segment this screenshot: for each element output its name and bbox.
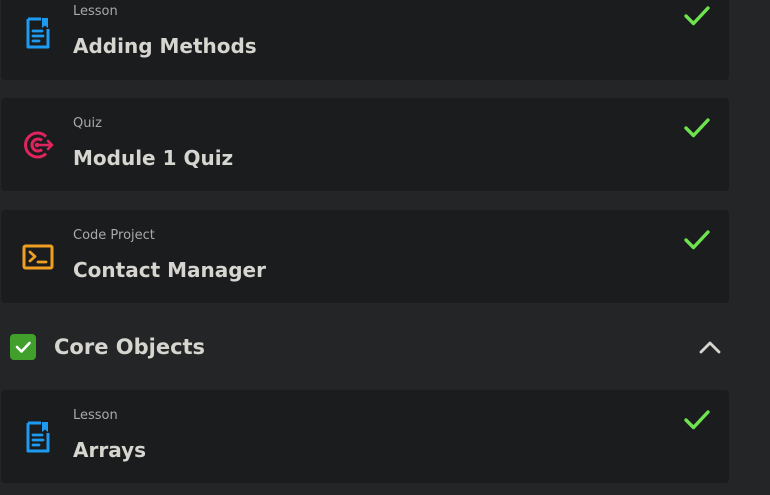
terminal-icon (22, 244, 54, 270)
item-title: Module 1 Quiz (73, 146, 234, 170)
item-title: Arrays (73, 438, 147, 462)
project-card-contact-manager[interactable]: Code Project Contact Manager (1, 210, 729, 303)
check-icon (684, 6, 710, 26)
check-icon (684, 118, 710, 138)
lesson-card-arrays[interactable]: Lesson Arrays (1, 390, 729, 483)
quiz-card-module-1[interactable]: Quiz Module 1 Quiz (1, 98, 729, 191)
document-icon (26, 421, 50, 453)
item-type-label: Quiz (73, 116, 102, 131)
check-icon (684, 230, 710, 250)
item-type-label: Code Project (73, 228, 155, 243)
document-icon (26, 17, 50, 49)
lesson-card-adding-methods[interactable]: Lesson Adding Methods (1, 0, 729, 80)
section-complete-badge (10, 334, 36, 360)
check-icon (15, 341, 31, 353)
check-icon (684, 410, 710, 430)
item-type-label: Lesson (73, 408, 118, 423)
item-title: Contact Manager (73, 258, 266, 282)
chevron-up-icon[interactable] (698, 337, 722, 357)
course-outline: Lesson Adding Methods Quiz Module 1 Quiz… (0, 0, 770, 495)
item-type-label: Lesson (73, 4, 118, 19)
target-icon (24, 131, 54, 159)
section-header-core-objects[interactable]: Core Objects (0, 318, 730, 376)
item-title: Adding Methods (73, 34, 257, 58)
section-title: Core Objects (54, 335, 206, 359)
